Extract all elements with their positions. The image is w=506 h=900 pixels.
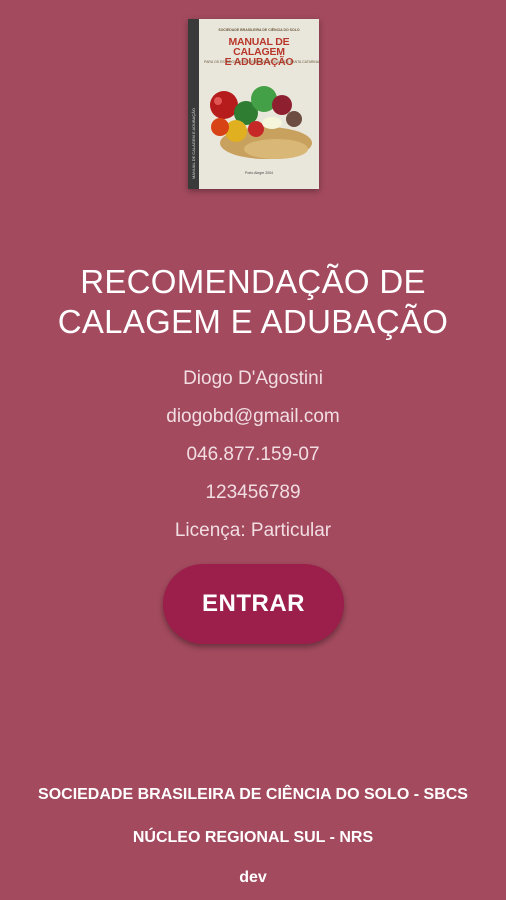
book-spine: MANUAL DE CALAGEM E ADUBAÇÃO: [188, 19, 199, 189]
society-name: SOCIEDADE BRASILEIRA DE CIÊNCIA DO SOLO …: [38, 786, 468, 803]
regional-nucleus: NÚCLEO REGIONAL SUL - NRS: [132, 829, 374, 846]
user-license: Licença: Particular: [174, 520, 332, 541]
book-spine-text: MANUAL DE CALAGEM E ADUBAÇÃO: [191, 108, 196, 179]
book-cover-image: MANUAL DE CALAGEM E ADUBAÇÃO SOCIEDADE B…: [188, 19, 319, 189]
user-email: diogobd@gmail.com: [166, 406, 340, 427]
enter-button[interactable]: ENTRAR: [163, 564, 344, 644]
app-title-line2: CALAGEM E ADUBAÇÃO: [57, 303, 449, 340]
user-cpf: 046.877.159-07: [186, 444, 320, 465]
user-code: 123456789: [205, 482, 301, 503]
app-title: RECOMENDAÇÃO DE CALAGEM E ADUBAÇÃO: [0, 262, 506, 342]
app-title-line1: RECOMENDAÇÃO DE: [80, 263, 426, 300]
book-title-line1: MANUAL DE CALAGEM: [228, 36, 290, 58]
user-name: Diogo D'Agostini: [183, 368, 323, 389]
vegetables-illustration: [206, 71, 312, 161]
book-cover-footer: Porto Alegre 2004: [244, 171, 274, 175]
book-publisher: SOCIEDADE BRASILEIRA DE CIÊNCIA DO SOLO: [218, 28, 300, 32]
book-subtitle: PARA OS ESTADOS DO RIO GRANDE DO SUL E D…: [204, 60, 319, 64]
build-label: dev: [239, 869, 267, 886]
